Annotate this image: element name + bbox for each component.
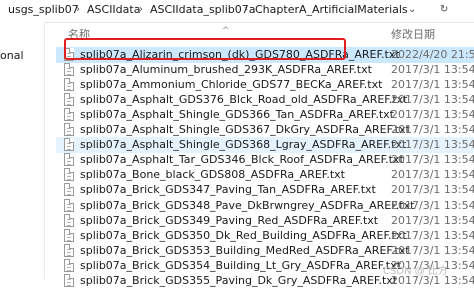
file-name: splib07a_Brick_GDS350_Dk_Red_Building_AS… xyxy=(80,228,407,242)
file-row[interactable]: splib07a_Asphalt_Shingle_GDS367_DkGry_AS… xyxy=(56,122,474,138)
file-name: splib07a_Asphalt_Shingle_GDS366_Tan_ASDF… xyxy=(80,108,394,122)
file-row[interactable]: splib07a_Asphalt_GDS376_Blck_Road_old_AS… xyxy=(56,92,474,108)
file-modified-date: 2017/3/1 13:54 xyxy=(391,63,474,77)
file-modified-date: 2017/3/1 13:54 xyxy=(391,228,474,242)
file-row[interactable]: splib07a_Ammonium_Chloride_GDS77_BECKa_A… xyxy=(56,77,474,93)
chevron-down-icon[interactable]: ⌄ xyxy=(408,0,416,20)
file-name: splib07a_Brick_GDS349_Paving_Red_ASDFRa_… xyxy=(80,213,379,227)
file-name: splib07a_Asphalt_Shingle_GDS367_DkGry_AS… xyxy=(80,123,410,137)
file-modified-date: 2017/3/1 13:54 xyxy=(391,153,474,167)
text-file-icon xyxy=(64,123,74,137)
chevron-right-icon[interactable]: › xyxy=(244,0,248,20)
chevron-right-icon[interactable]: › xyxy=(76,0,80,20)
text-file-icon xyxy=(64,258,74,272)
watermark: CSDN @ 比方 xyxy=(383,266,448,277)
breadcrumb-item[interactable]: usgs_splib07 xyxy=(8,0,79,20)
file-row[interactable]: splib07a_Asphalt_Shingle_GDS366_Tan_ASDF… xyxy=(56,107,474,123)
file-row[interactable]: splib07a_Brick_GDS350_Dk_Red_Building_AS… xyxy=(56,228,474,244)
file-row[interactable]: splib07a_Asphalt_Tar_GDS346_Blck_Roof_AS… xyxy=(56,152,474,168)
file-modified-date: 2017/3/1 13:54 xyxy=(391,243,474,257)
text-file-icon xyxy=(64,228,74,242)
nav-item-label[interactable]: onal xyxy=(0,49,24,62)
file-row[interactable]: splib07a_Asphalt_Shingle_GDS368_Lgray_AS… xyxy=(56,137,474,154)
file-modified-date: 2017/3/1 13:54 xyxy=(391,123,474,137)
file-modified-date: 2017/3/1 13:54 xyxy=(391,198,474,212)
file-row[interactable]: splib07a_Brick_GDS348_Pave_DkBrwngrey_AS… xyxy=(56,198,474,214)
file-name: splib07a_Brick_GDS354_Building_Lt_Gry_AS… xyxy=(80,258,401,272)
address-breadcrumb[interactable]: usgs_splib07 › ASCIIdata › ASCIIdata_spl… xyxy=(0,0,474,23)
file-row[interactable]: splib07a_Brick_GDS347_Paving_Tan_ASDFRa_… xyxy=(56,182,474,198)
file-name: splib07a_Brick_GDS355_Paving_Dk_Gry_ASDF… xyxy=(80,273,398,287)
file-modified-date: 2017/3/1 13:54 xyxy=(391,108,474,122)
file-name: splib07a_Asphalt_GDS376_Blck_Road_old_AS… xyxy=(80,93,408,107)
text-file-icon xyxy=(64,273,74,287)
column-header-date[interactable]: 修改日期 xyxy=(391,26,435,42)
file-name: splib07a_Aluminum_brushed_293K_ASDFRa_AR… xyxy=(80,63,372,77)
file-modified-date: 2017/3/1 13:54 xyxy=(391,183,474,197)
file-name: splib07a_Brick_GDS347_Paving_Tan_ASDFRa_… xyxy=(80,183,376,197)
sort-ascending-icon: ^ xyxy=(222,26,230,36)
text-file-icon xyxy=(64,78,74,92)
file-name: splib07a_Brick_GDS348_Pave_DkBrwngrey_AS… xyxy=(80,198,415,212)
file-row[interactable]: splib07a_Brick_GDS349_Paving_Red_ASDFRa_… xyxy=(56,213,474,229)
file-modified-date: 2017/3/1 13:54 xyxy=(391,213,474,227)
file-row[interactable]: splib07a_Brick_GDS353_Building_MedRed_AS… xyxy=(56,243,474,259)
file-name: splib07a_Brick_GDS353_Building_MedRed_AS… xyxy=(80,243,410,257)
file-name: splib07a_Ammonium_Chloride_GDS77_BECKa_A… xyxy=(80,78,383,92)
file-row[interactable]: splib07a_Bone_black_GDS808_ASDFRa_AREF.t… xyxy=(56,167,474,183)
chevron-right-icon[interactable]: › xyxy=(139,0,143,20)
refresh-icon[interactable]: ↻ xyxy=(440,0,448,20)
file-modified-date: 2017/3/1 13:54 xyxy=(391,168,474,182)
text-file-icon xyxy=(64,198,74,212)
text-file-icon xyxy=(64,108,74,122)
file-list: 名称 ^ 修改日期 splib07a_Alizarin_crimson_(dk)… xyxy=(46,22,474,287)
file-modified-date: 2017/3/1 13:54 xyxy=(391,93,474,107)
text-file-icon xyxy=(64,243,74,257)
file-modified-date: 2017/3/1 13:54 xyxy=(391,78,474,92)
breadcrumb-item[interactable]: ChapterA_ArtificialMaterials xyxy=(255,0,408,20)
file-row[interactable]: splib07a_Aluminum_brushed_293K_ASDFRa_AR… xyxy=(56,62,474,78)
text-file-icon xyxy=(64,63,74,77)
text-file-icon xyxy=(64,93,74,107)
text-file-icon xyxy=(64,138,74,152)
text-file-icon xyxy=(64,213,74,227)
breadcrumb-item[interactable]: ASCIIdata_splib07a xyxy=(150,0,256,20)
text-file-icon xyxy=(64,183,74,197)
annotation-highlight-box xyxy=(64,38,346,60)
file-modified-date: 2017/3/1 13:54 xyxy=(391,138,474,152)
text-file-icon xyxy=(64,168,74,182)
text-file-icon xyxy=(64,153,74,167)
navigation-pane: onal xyxy=(0,22,45,279)
file-name: splib07a_Asphalt_Shingle_GDS368_Lgray_AS… xyxy=(80,138,407,152)
file-name: splib07a_Bone_black_GDS808_ASDFRa_AREF.t… xyxy=(80,168,345,182)
breadcrumb-item[interactable]: ASCIIdata xyxy=(87,0,140,20)
file-modified-date: 2022/4/20 21:52 xyxy=(391,48,474,61)
file-name: splib07a_Asphalt_Tar_GDS346_Blck_Roof_AS… xyxy=(80,153,404,167)
